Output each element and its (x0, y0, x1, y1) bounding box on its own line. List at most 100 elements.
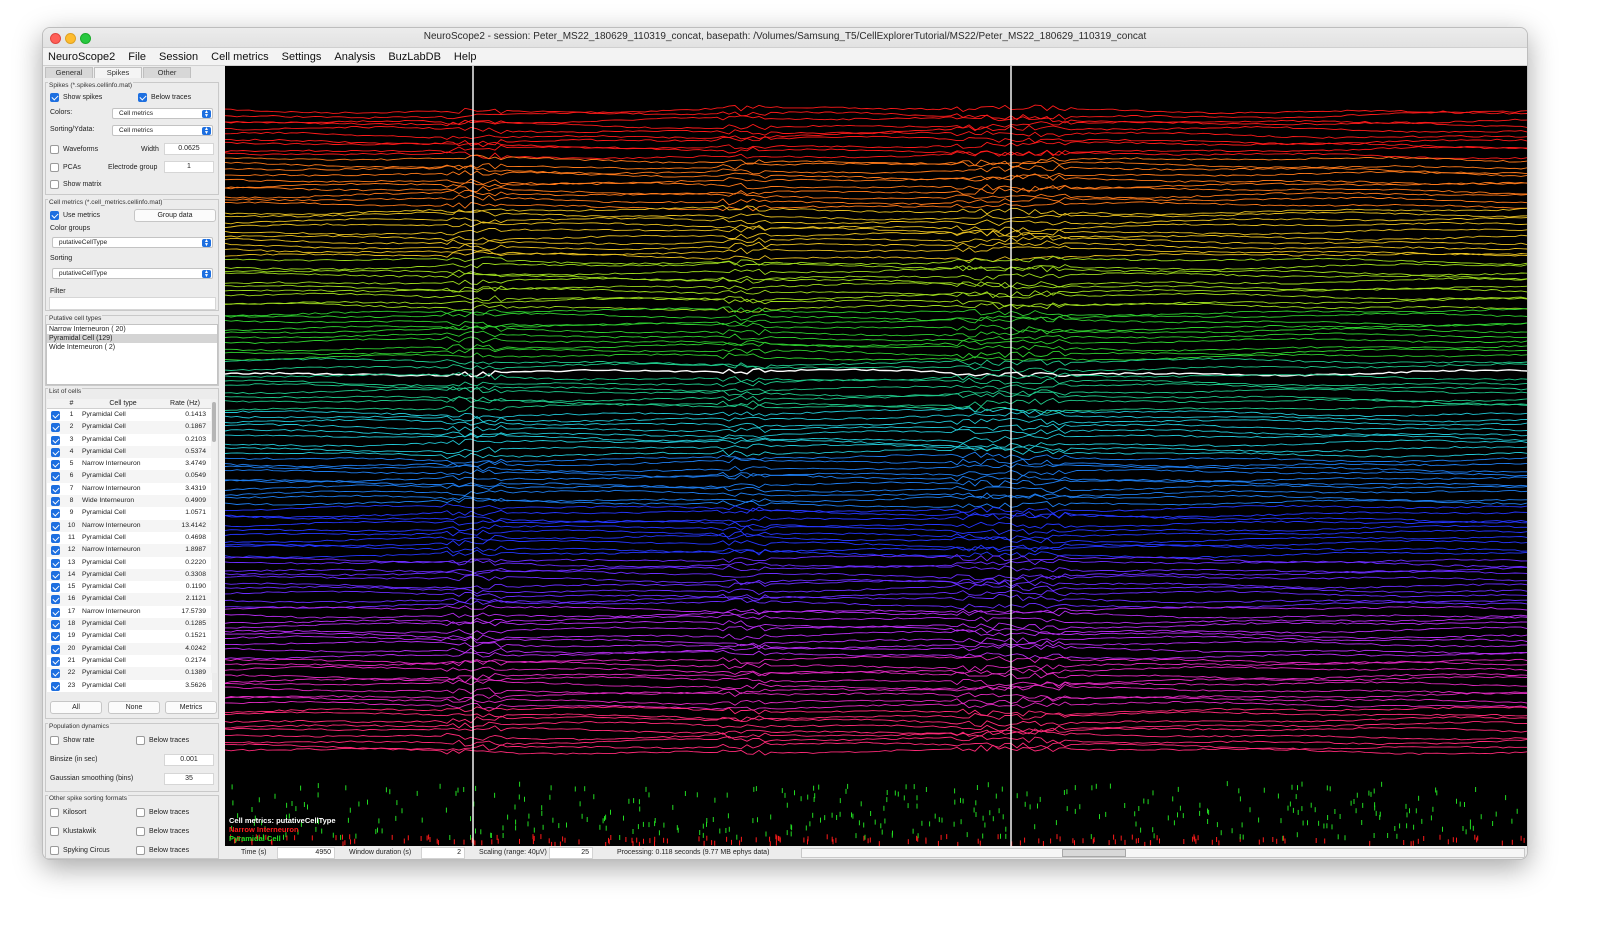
menu-help[interactable]: Help (454, 51, 477, 63)
spyking-circus-checkbox[interactable] (50, 846, 59, 855)
table-row[interactable]: 14 Pyramidal Cell 0.3308 (47, 568, 212, 582)
scaling-input[interactable]: 25 (549, 847, 593, 859)
table-row[interactable]: 19 Pyramidal Cell 0.1521 (47, 630, 212, 642)
menu-session[interactable]: Session (159, 51, 198, 63)
cell-select-checkbox[interactable] (51, 669, 60, 679)
window-duration-input[interactable]: 2 (421, 847, 465, 859)
menu-file[interactable]: File (128, 51, 146, 63)
cell-select-checkbox[interactable] (51, 472, 60, 482)
cell-select-checkbox[interactable] (51, 423, 60, 433)
sorting-ydata-select[interactable]: Cell metrics ▲ ▼ (112, 125, 213, 136)
electrode-group-input[interactable]: 1 (164, 161, 214, 173)
table-row[interactable]: 22 Pyramidal Cell 0.1389 (47, 667, 212, 680)
metrics-button[interactable]: Metrics (165, 701, 217, 714)
cell-select-checkbox[interactable] (51, 681, 60, 691)
colors-select[interactable]: Cell metrics ▲ ▼ (112, 108, 213, 119)
time-input[interactable]: 4950 (277, 847, 335, 859)
cell-select-checkbox[interactable] (51, 460, 60, 470)
cell-select-checkbox[interactable] (51, 497, 60, 507)
header-rate[interactable]: Rate (Hz) (164, 399, 208, 408)
tab-spikes[interactable]: Spikes (94, 67, 142, 78)
width-input[interactable]: 0.0625 (164, 143, 214, 155)
cell-select-checkbox[interactable] (51, 546, 60, 556)
table-row[interactable]: 18 Pyramidal Cell 0.1285 (47, 618, 212, 631)
table-row[interactable]: 16 Pyramidal Cell 2.1121 (47, 593, 212, 606)
circus-below-traces-checkbox[interactable] (136, 846, 145, 855)
table-row[interactable]: 9 Pyramidal Cell 1.0571 (47, 507, 212, 519)
table-row[interactable]: 12 Narrow Interneuron 1.8987 (47, 544, 212, 557)
kilosort-below-traces-checkbox[interactable] (136, 808, 145, 817)
pcas-checkbox[interactable] (50, 163, 59, 172)
cell-select-checkbox[interactable] (51, 558, 60, 568)
rate-below-traces-checkbox[interactable] (136, 736, 145, 745)
show-matrix-checkbox[interactable] (50, 180, 59, 189)
waveforms-checkbox[interactable] (50, 145, 59, 154)
group-data-button[interactable]: Group data (134, 209, 216, 222)
select-all-button[interactable]: All (50, 701, 102, 714)
table-row[interactable]: 11 Pyramidal Cell 0.4698 (47, 532, 212, 544)
cell-select-checkbox[interactable] (51, 583, 60, 593)
menu-buzlabdb[interactable]: BuzLabDB (388, 51, 441, 63)
select-none-button[interactable]: None (108, 701, 160, 714)
show-rate-checkbox[interactable] (50, 736, 59, 745)
sorting-select[interactable]: putativeCellType ▲ ▼ (52, 268, 213, 279)
header-number[interactable]: # (65, 399, 78, 408)
table-row[interactable]: 13 Pyramidal Cell 0.2220 (47, 557, 212, 569)
use-metrics-checkbox[interactable] (50, 211, 59, 220)
show-spikes-checkbox[interactable] (50, 93, 59, 102)
trace-plot[interactable]: Cell metrics: putativeCellType Narrow In… (225, 66, 1528, 846)
gaussian-smoothing-input[interactable]: 35 (164, 773, 214, 785)
putative-type-pyramidal-cell[interactable]: Pyramidal Cell (129) (47, 334, 217, 343)
menu-settings[interactable]: Settings (282, 51, 322, 63)
time-slider-thumb[interactable] (1061, 849, 1126, 857)
cell-select-checkbox[interactable] (51, 644, 60, 654)
menu-cell-metrics[interactable]: Cell metrics (211, 51, 268, 63)
putative-type-wide-interneuron[interactable]: Wide Interneuron ( 2) (47, 343, 217, 352)
cell-select-checkbox[interactable] (51, 435, 60, 445)
table-row[interactable]: 20 Pyramidal Cell 4.0242 (47, 642, 212, 655)
tab-other[interactable]: Other (143, 67, 191, 78)
cell-select-checkbox[interactable] (51, 570, 60, 580)
kilosort-checkbox[interactable] (50, 808, 59, 817)
cell-select-checkbox[interactable] (51, 632, 60, 642)
menu-neuroscope2[interactable]: NeuroScope2 (48, 51, 115, 63)
table-row[interactable]: 21 Pyramidal Cell 0.2174 (47, 655, 212, 667)
trace-canvas[interactable]: Cell metrics: putativeCellType Narrow In… (225, 66, 1528, 846)
cell-table-scrollbar[interactable] (211, 399, 217, 673)
cell-select-checkbox[interactable] (51, 411, 60, 420)
header-cell-type[interactable]: Cell type (78, 399, 164, 408)
time-slider[interactable] (801, 848, 1525, 858)
table-row[interactable]: 17 Narrow Interneuron 17.5739 (47, 606, 212, 618)
table-row[interactable]: 4 Pyramidal Cell 0.5374 (47, 445, 212, 459)
table-row[interactable]: 6 Pyramidal Cell 0.0549 (47, 470, 212, 483)
table-row[interactable]: 8 Wide Interneuron 0.4909 (47, 495, 212, 508)
table-row[interactable]: 7 Narrow Interneuron 3.4319 (47, 483, 212, 495)
table-row[interactable]: 1 Pyramidal Cell 0.1413 (47, 409, 212, 421)
spikes-below-traces-checkbox[interactable] (138, 93, 147, 102)
binsize-input[interactable]: 0.001 (164, 754, 214, 766)
klustakwik-checkbox[interactable] (50, 827, 59, 836)
cell-select-checkbox[interactable] (51, 484, 60, 494)
cell-select-checkbox[interactable] (51, 521, 60, 531)
table-row[interactable]: 10 Narrow Interneuron 13.4142 (47, 519, 212, 532)
cell-select-checkbox[interactable] (51, 595, 60, 605)
cell-select-checkbox[interactable] (51, 620, 60, 630)
cell-select-checkbox[interactable] (51, 447, 60, 457)
table-row[interactable]: 2 Pyramidal Cell 0.1867 (47, 421, 212, 434)
cell-select-checkbox[interactable] (51, 656, 60, 666)
putative-type-narrow-interneuron[interactable]: Narrow Interneuron ( 20) (47, 325, 217, 334)
filter-input[interactable] (49, 297, 216, 310)
putative-types-list[interactable]: Narrow Interneuron ( 20) Pyramidal Cell … (46, 324, 218, 385)
table-row[interactable]: 15 Pyramidal Cell 0.1190 (47, 581, 212, 593)
cell-select-checkbox[interactable] (51, 533, 60, 543)
color-groups-select[interactable]: putativeCellType ▲ ▼ (52, 237, 213, 248)
klustakwik-below-traces-checkbox[interactable] (136, 827, 145, 836)
table-row[interactable]: 3 Pyramidal Cell 0.2103 (47, 434, 212, 446)
cell-select-checkbox[interactable] (51, 509, 60, 519)
scrollbar-thumb[interactable] (212, 402, 216, 442)
tab-general[interactable]: General (45, 67, 93, 78)
cell-select-checkbox[interactable] (51, 607, 60, 617)
menu-analysis[interactable]: Analysis (334, 51, 375, 63)
table-row[interactable]: 5 Narrow Interneuron 3.4749 (47, 458, 212, 470)
table-row[interactable]: 23 Pyramidal Cell 3.5626 (47, 680, 212, 692)
